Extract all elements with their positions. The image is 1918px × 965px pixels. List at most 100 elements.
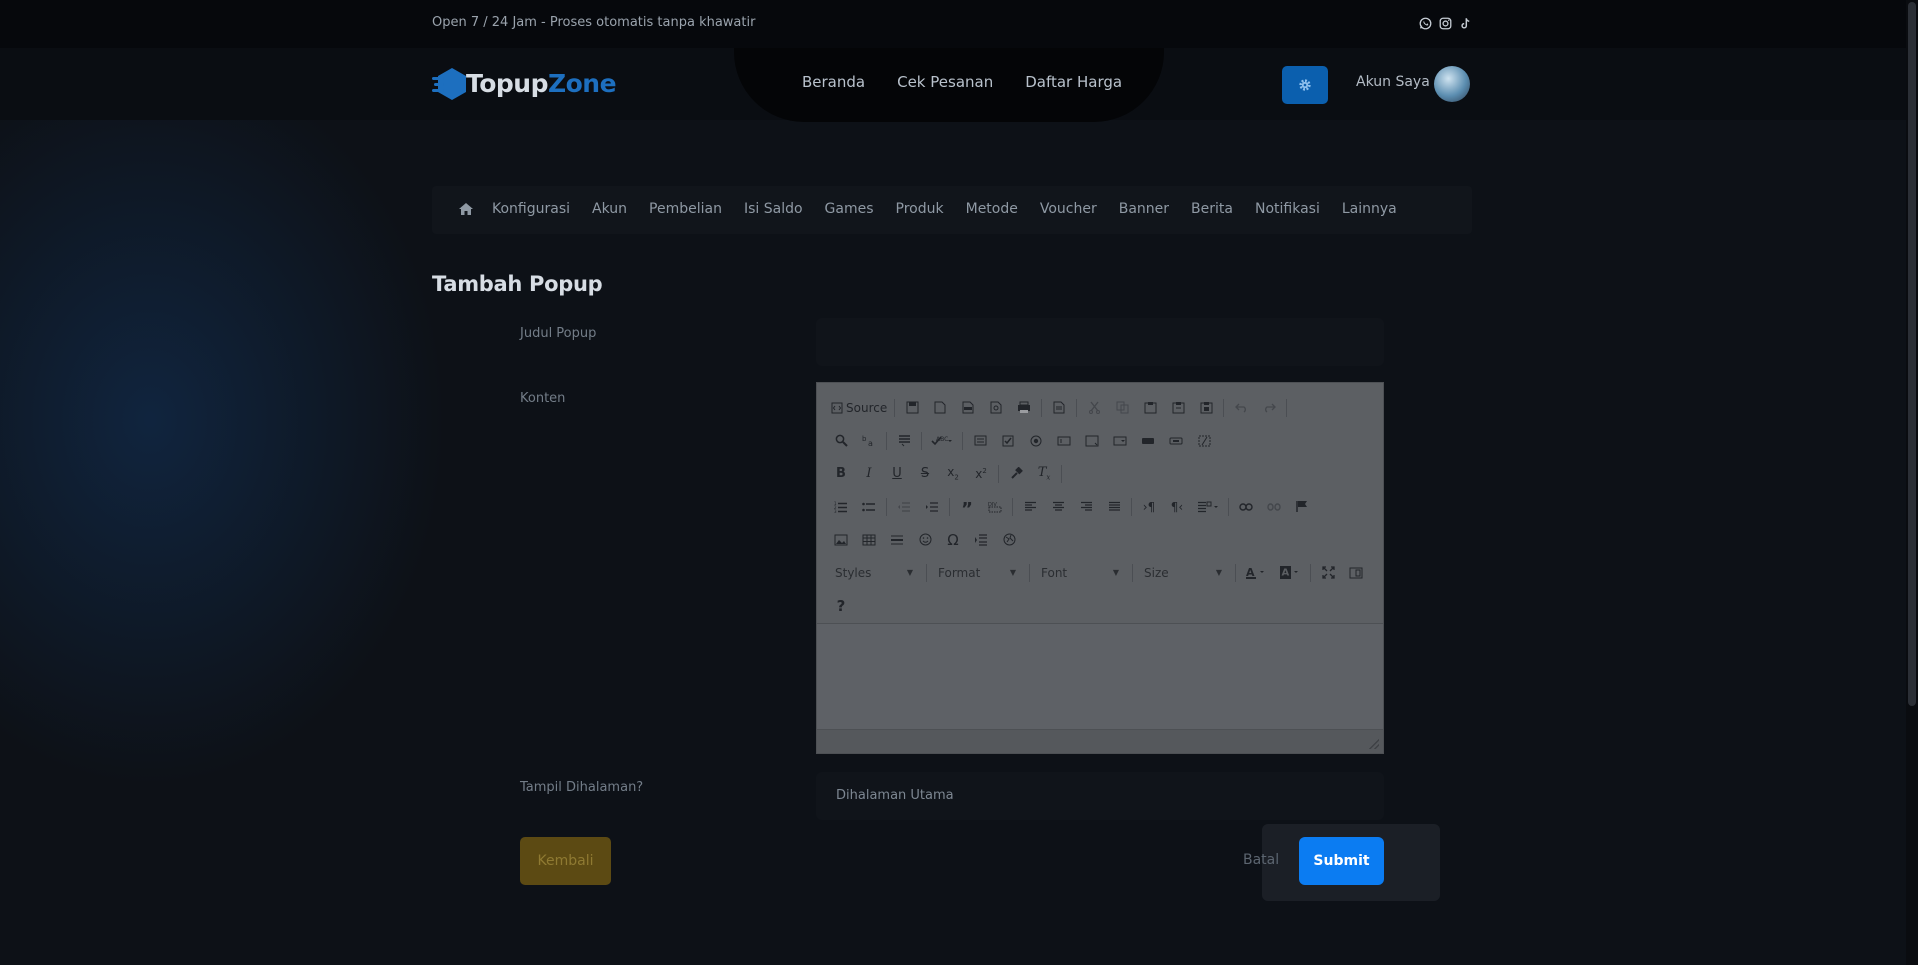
italic-icon[interactable]: I: [855, 463, 883, 485]
submit-button[interactable]: Submit: [1299, 837, 1384, 885]
copy-format-icon[interactable]: [1002, 463, 1030, 485]
tampil-dihalaman-select[interactable]: Dihalaman Utama: [816, 772, 1384, 820]
format-combo[interactable]: Format ▼: [930, 562, 1022, 584]
whatsapp-icon[interactable]: [1418, 16, 1432, 30]
div-container-icon[interactable]: DIV: [981, 496, 1009, 518]
unlink-icon[interactable]: [1260, 496, 1288, 518]
new-page-icon[interactable]: [926, 397, 954, 419]
horizontal-line-icon[interactable]: [883, 529, 911, 551]
paste-text-icon[interactable]: [1164, 397, 1192, 419]
paste-word-icon[interactable]: [1192, 397, 1220, 419]
form-icon[interactable]: [966, 430, 994, 452]
button-field-icon[interactable]: [1134, 430, 1162, 452]
account-label[interactable]: Akun Saya: [1356, 74, 1430, 90]
resize-handle-icon[interactable]: [1369, 739, 1379, 749]
table-icon[interactable]: [855, 529, 883, 551]
background-color-icon[interactable]: A: [1273, 562, 1307, 584]
font-combo[interactable]: Font ▼: [1033, 562, 1125, 584]
replace-icon[interactable]: ba: [855, 430, 883, 452]
admin-nav-notifikasi[interactable]: Notifikasi: [1255, 201, 1320, 217]
align-justify-icon[interactable]: [1100, 496, 1128, 518]
show-blocks-icon[interactable]: [1342, 562, 1370, 584]
admin-nav-berita[interactable]: Berita: [1191, 201, 1233, 217]
nav-beranda[interactable]: Beranda: [802, 73, 865, 91]
admin-nav-lainnya[interactable]: Lainnya: [1342, 201, 1397, 217]
special-char-icon[interactable]: Ω: [939, 529, 967, 551]
remove-format-icon[interactable]: Tx: [1030, 463, 1058, 485]
admin-nav-games[interactable]: Games: [825, 201, 874, 217]
checkbox-icon[interactable]: [994, 430, 1022, 452]
image-button-icon[interactable]: [1162, 430, 1190, 452]
find-icon[interactable]: [827, 430, 855, 452]
save-icon[interactable]: [898, 397, 926, 419]
logo-mark-icon: [432, 66, 472, 100]
smiley-icon[interactable]: [911, 529, 939, 551]
numbered-list-icon[interactable]: 123: [827, 496, 855, 518]
radio-icon[interactable]: [1022, 430, 1050, 452]
ltr-icon[interactable]: ›¶: [1135, 496, 1163, 518]
admin-nav-metode[interactable]: Metode: [966, 201, 1018, 217]
text-color-icon[interactable]: A: [1239, 562, 1273, 584]
anchor-flag-icon[interactable]: [1288, 496, 1316, 518]
nav-cek-pesanan[interactable]: Cek Pesanan: [897, 73, 993, 91]
help-icon[interactable]: ?: [827, 595, 855, 617]
rtl-icon[interactable]: ¶‹: [1163, 496, 1191, 518]
instagram-icon[interactable]: [1438, 16, 1452, 30]
hidden-field-icon[interactable]: [1190, 430, 1218, 452]
batal-button[interactable]: Batal: [1243, 852, 1279, 868]
editor-content-area[interactable]: [817, 623, 1383, 729]
bold-icon[interactable]: B: [827, 463, 855, 485]
iframe-globe-icon[interactable]: [995, 529, 1023, 551]
judul-popup-input[interactable]: [816, 318, 1384, 366]
scrollbar-thumb[interactable]: [1908, 2, 1916, 706]
maximize-icon[interactable]: [1314, 562, 1342, 584]
superscript-icon[interactable]: x2: [967, 463, 995, 485]
logo[interactable]: TopupZone: [432, 66, 617, 100]
admin-nav-produk[interactable]: Produk: [896, 201, 944, 217]
home-icon[interactable]: [458, 202, 474, 216]
admin-nav-pembelian[interactable]: Pembelian: [649, 201, 722, 217]
text-field-icon[interactable]: [1050, 430, 1078, 452]
nav-daftar-harga[interactable]: Daftar Harga: [1025, 73, 1122, 91]
size-combo[interactable]: Size ▼: [1136, 562, 1228, 584]
templates-icon[interactable]: [1045, 397, 1073, 419]
print-icon[interactable]: [1010, 397, 1038, 419]
blockquote-icon[interactable]: ”: [953, 496, 981, 518]
kembali-button[interactable]: Kembali: [520, 837, 611, 885]
export-pdf-icon[interactable]: [954, 397, 982, 419]
underline-icon[interactable]: U: [883, 463, 911, 485]
indent-icon[interactable]: [918, 496, 946, 518]
admin-nav-akun[interactable]: Akun: [592, 201, 627, 217]
settings-button[interactable]: [1282, 66, 1328, 104]
admin-nav-isi-saldo[interactable]: Isi Saldo: [744, 201, 803, 217]
select-all-icon[interactable]: [890, 430, 918, 452]
link-icon[interactable]: [1232, 496, 1260, 518]
preview-icon[interactable]: [982, 397, 1010, 419]
subscript-icon[interactable]: x2: [939, 463, 967, 485]
textarea-icon[interactable]: [1078, 430, 1106, 452]
outdent-icon[interactable]: [890, 496, 918, 518]
image-icon[interactable]: [827, 529, 855, 551]
align-right-icon[interactable]: [1072, 496, 1100, 518]
format-combo-label: Format: [938, 565, 981, 580]
strikethrough-icon[interactable]: S: [911, 463, 939, 485]
bullet-list-icon[interactable]: [855, 496, 883, 518]
cut-icon[interactable]: [1080, 397, 1108, 419]
align-left-icon[interactable]: [1016, 496, 1044, 518]
styles-combo[interactable]: Styles ▼: [827, 562, 919, 584]
source-button[interactable]: Source: [827, 397, 891, 419]
undo-icon[interactable]: [1227, 397, 1255, 419]
select-field-icon[interactable]: [1106, 430, 1134, 452]
redo-icon[interactable]: [1255, 397, 1283, 419]
spellcheck-icon[interactable]: ABC: [925, 430, 959, 452]
align-center-icon[interactable]: [1044, 496, 1072, 518]
tiktok-icon[interactable]: [1458, 16, 1472, 30]
copy-icon[interactable]: [1108, 397, 1136, 419]
admin-nav-konfigurasi[interactable]: Konfigurasi: [492, 201, 570, 217]
page-break-icon[interactable]: [967, 529, 995, 551]
language-icon[interactable]: [1191, 496, 1225, 518]
admin-nav-voucher[interactable]: Voucher: [1040, 201, 1097, 217]
paste-icon[interactable]: [1136, 397, 1164, 419]
avatar[interactable]: [1434, 66, 1470, 102]
admin-nav-banner[interactable]: Banner: [1119, 201, 1169, 217]
